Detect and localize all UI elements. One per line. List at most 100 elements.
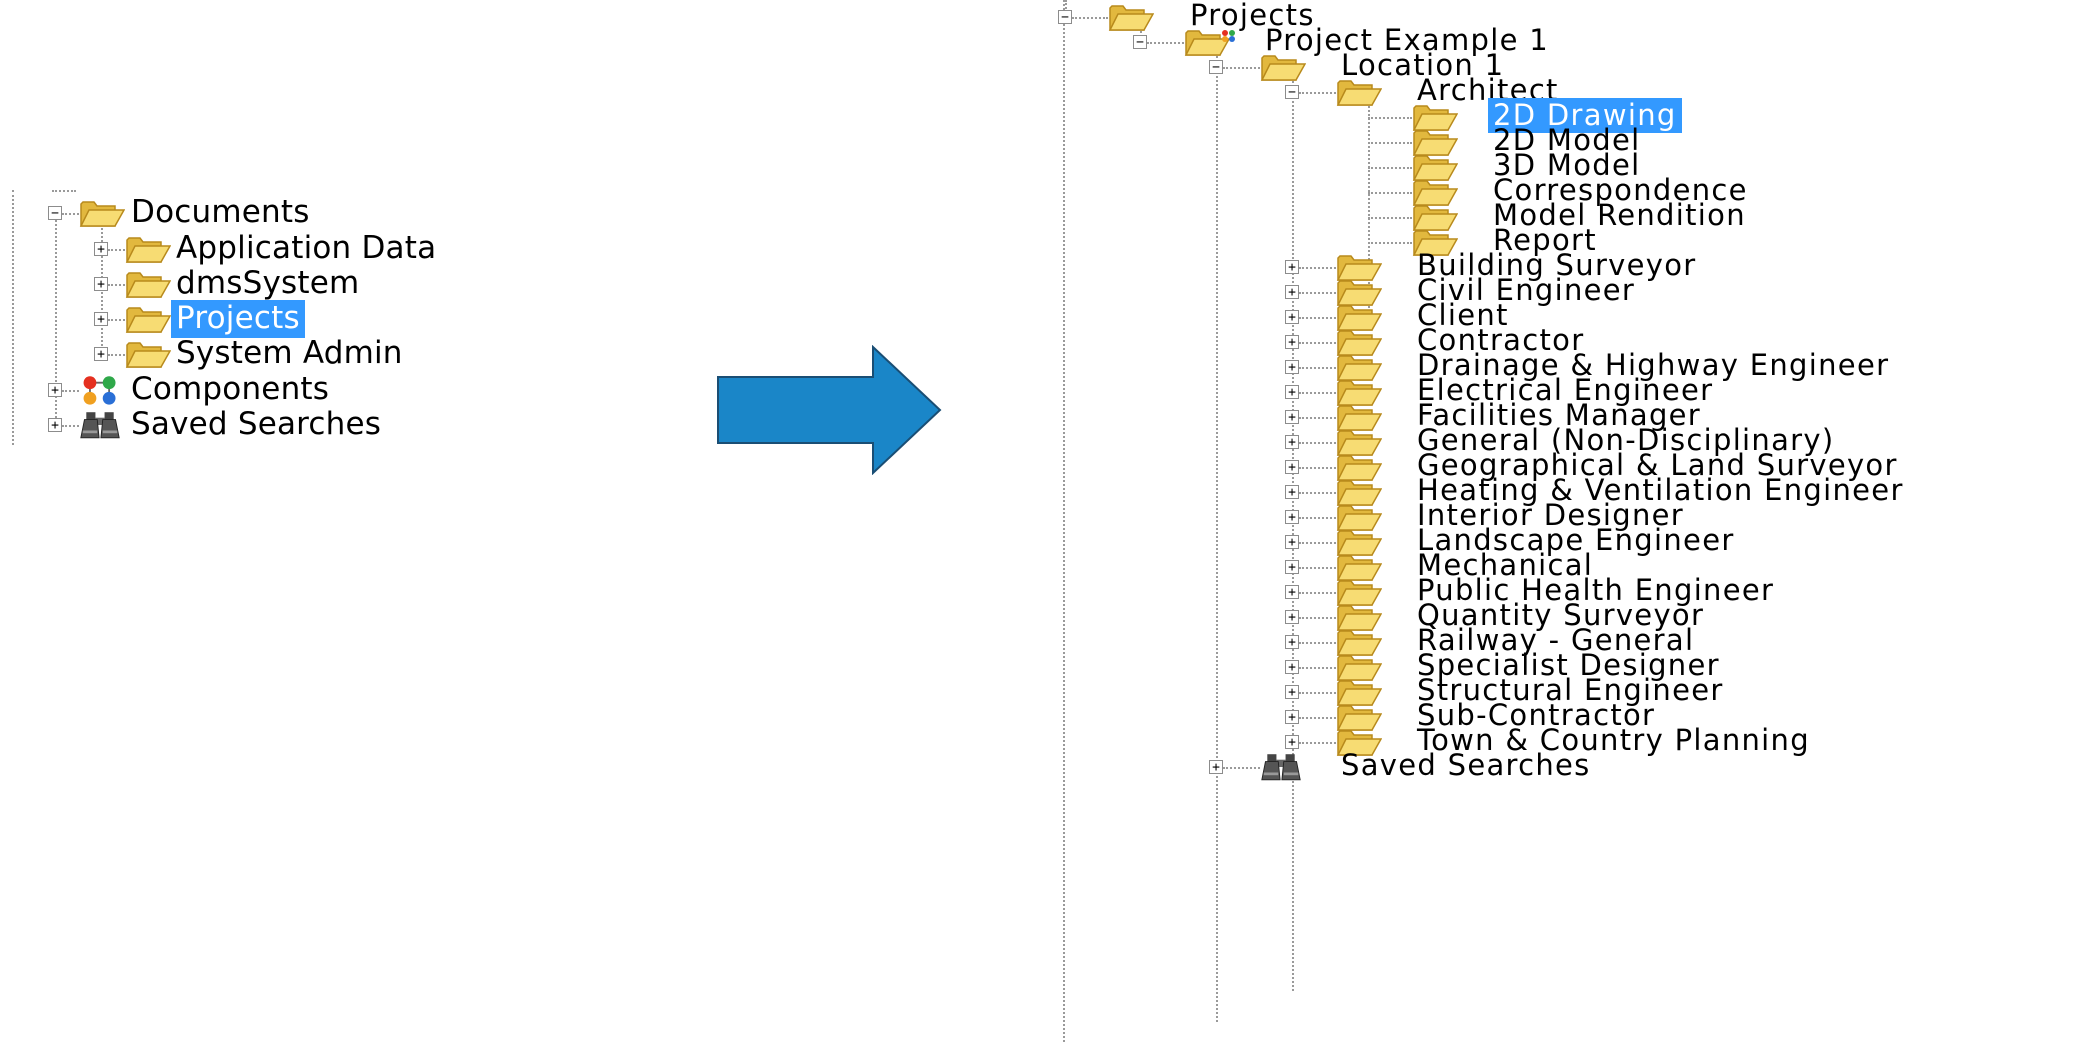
collapse-toggle-icon[interactable]: − [1133,35,1147,49]
binoculars-icon [1260,752,1302,782]
folder-icon [125,269,172,299]
tree-item-components-label: Components [131,371,330,407]
expand-toggle-icon[interactable]: + [94,347,108,361]
tree-connector-line [1299,467,1336,469]
tree-connector-line [108,284,125,286]
tree-connector-line [1299,517,1336,519]
collapse-toggle-icon[interactable]: − [1209,60,1223,74]
tree-item-application-data-label: Application Data [176,230,437,266]
expand-toggle-icon[interactable]: + [94,312,108,326]
tree-item-documents-label: Documents [131,194,310,230]
expand-toggle-icon[interactable]: + [1285,685,1299,699]
expand-toggle-icon[interactable]: + [1285,260,1299,274]
tree-item-saved-searches[interactable] [0,409,1,442]
expand-toggle-icon[interactable]: + [1285,335,1299,349]
tree-item-documents[interactable] [0,197,1,230]
collapse-toggle-icon[interactable]: − [1058,10,1072,24]
tree-connector-line [1299,317,1336,319]
expand-toggle-icon[interactable]: + [1285,410,1299,424]
tree-connector-line [1299,567,1336,569]
folder-icon [125,304,172,334]
tree-connector-line [62,425,79,427]
tree-connector-line [1368,117,1412,119]
tree-connector-line [1299,367,1336,369]
expand-toggle-icon[interactable]: + [1285,460,1299,474]
expand-toggle-icon[interactable]: + [1285,485,1299,499]
tree-connector-line [1299,642,1336,644]
tree-connector-line [12,190,14,445]
right-tree-panel: − Projects − Project Example 1− Location 1− A… [1040,0,2094,1042]
tree-item-system-admin-label: System Admin [176,335,403,371]
tree-connector-line [1299,392,1336,394]
tree-connector-line [1223,767,1260,769]
binoculars-icon [79,410,121,440]
tree-connector-line [1299,742,1336,744]
tree-connector-line [1292,74,1294,991]
tree-item-projects[interactable] [0,303,1,336]
tree-connector-line [62,390,79,392]
expand-toggle-icon[interactable]: + [1285,610,1299,624]
folder-open-icon [1108,2,1155,32]
collapse-toggle-icon[interactable]: − [48,206,62,220]
tree-connector-line [108,354,125,356]
tree-connector-line [1299,442,1336,444]
folder-open-icon [79,198,126,228]
expand-toggle-icon[interactable]: + [1285,735,1299,749]
folder-icon [125,339,172,369]
expand-toggle-icon[interactable]: + [1285,710,1299,724]
expand-toggle-icon[interactable]: + [1285,285,1299,299]
tree-item-projects-label: Projects [171,300,305,338]
expand-toggle-icon[interactable]: + [48,418,62,432]
tree-item-saved-searches[interactable] [1040,751,1041,784]
expand-toggle-icon[interactable]: + [1209,760,1223,774]
tree-connector-line [1299,267,1336,269]
tree-item-dmssystem[interactable] [0,268,1,301]
tree-item-application-data[interactable] [0,233,1,266]
tree-connector-line [1368,242,1412,244]
expand-toggle-icon[interactable]: + [1285,535,1299,549]
folder-open-icon [1260,52,1307,82]
tree-connector-line [52,190,76,192]
tree-connector-line [1368,167,1412,169]
tree-connector-line [1368,217,1412,219]
tree-item-dmssystem-label: dmsSystem [176,265,360,301]
tree-connector-line [108,319,125,321]
left-tree-panel: − Documents + Application Data + dmsSystem + Pr… [0,0,700,1042]
arrow-right-icon [717,345,942,475]
tree-connector-line [1299,592,1336,594]
expand-toggle-icon[interactable]: + [94,242,108,256]
tree-connector-line [1299,692,1336,694]
expand-toggle-icon[interactable]: + [1285,360,1299,374]
tree-connector-line [108,249,125,251]
expand-toggle-icon[interactable]: + [1285,635,1299,649]
tree-connector-line [1147,42,1184,44]
tree-connector-line [1299,417,1336,419]
tree-connector-line [1299,717,1336,719]
expand-toggle-icon[interactable]: + [1285,660,1299,674]
collapse-toggle-icon[interactable]: − [1285,85,1299,99]
tree-item-saved-searches-label: Saved Searches [131,406,382,442]
tree-connector-line [1216,49,1218,1022]
tree-item-components[interactable] [0,374,1,407]
expand-toggle-icon[interactable]: + [1285,510,1299,524]
project-folder-icon [1184,27,1236,57]
tree-connector-line [1063,0,1065,1042]
tree-connector-line [1072,17,1108,19]
tree-connector-line [1299,92,1336,94]
expand-toggle-icon[interactable]: + [1285,310,1299,324]
tree-connector-line [62,213,79,215]
tree-connector-line [1299,292,1336,294]
tree-connector-line [1299,342,1336,344]
tree-connector-line [1368,192,1412,194]
folder-open-icon [1336,77,1383,107]
tree-connector-line [1299,542,1336,544]
expand-toggle-icon[interactable]: + [48,383,62,397]
expand-toggle-icon[interactable]: + [1285,585,1299,599]
expand-toggle-icon[interactable]: + [94,277,108,291]
tree-connector-line [1223,67,1260,69]
expand-toggle-icon[interactable]: + [1285,435,1299,449]
expand-toggle-icon[interactable]: + [1285,560,1299,574]
tree-item-saved-searches-label: Saved Searches [1341,748,1591,782]
tree-item-system-admin[interactable] [0,338,1,371]
expand-toggle-icon[interactable]: + [1285,385,1299,399]
